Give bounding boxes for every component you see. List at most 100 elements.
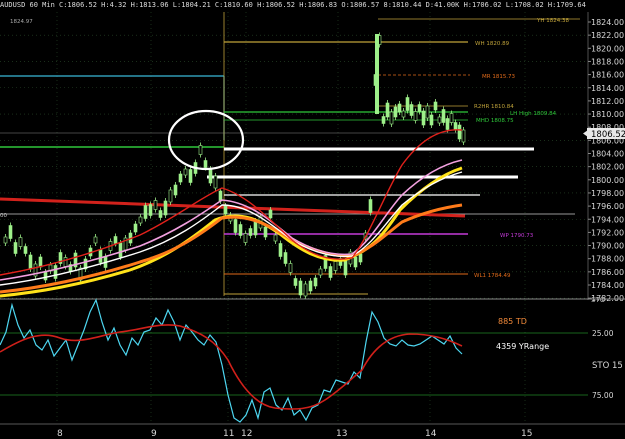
price-axis-bottom-tag: STO xyxy=(591,296,606,304)
left-level-value: 00 xyxy=(0,213,7,219)
candle-body xyxy=(417,104,422,112)
candle-body xyxy=(243,233,248,243)
price-tick: 1798.00 xyxy=(591,189,624,198)
candle-body xyxy=(153,200,158,210)
candle-body xyxy=(353,256,358,268)
chart-header: AUDUSD 60 Min C:1806.52 H:4.32 H:1813.06… xyxy=(0,0,588,10)
candle-body xyxy=(318,268,323,276)
candle-body xyxy=(283,252,288,264)
candle-body xyxy=(38,256,43,268)
candle-body xyxy=(148,204,153,216)
candle-body xyxy=(263,226,268,238)
mr-label: MR 1815.73 xyxy=(482,74,516,80)
candle-body xyxy=(213,175,218,189)
candle-body xyxy=(425,105,430,119)
candle-body xyxy=(409,104,414,116)
candle-body xyxy=(457,124,462,140)
candle-body xyxy=(358,253,363,263)
candle-body xyxy=(453,122,458,130)
price-tick: 1814.00 xyxy=(591,84,624,93)
price-tick: 1796.00 xyxy=(591,202,624,211)
candle-body xyxy=(93,236,98,244)
candle-body xyxy=(163,200,168,216)
candle-body xyxy=(223,205,228,215)
candle-body xyxy=(421,110,426,126)
candle-body xyxy=(188,169,193,183)
candle-body xyxy=(385,102,390,118)
spike-candle xyxy=(375,34,379,114)
candle-body xyxy=(397,103,402,113)
candle-body xyxy=(28,254,33,270)
candle-body xyxy=(413,111,418,121)
candle-body xyxy=(203,160,208,168)
current-price-label: 1806.52 xyxy=(591,130,625,140)
price-tick: 1824.00 xyxy=(591,18,624,27)
candle-body xyxy=(308,280,313,292)
time-tick-11: 11 xyxy=(223,429,234,439)
candle-body xyxy=(288,263,293,273)
candle-body xyxy=(313,277,318,287)
price-tick: 1812.00 xyxy=(591,97,624,106)
candle-body xyxy=(445,118,450,130)
candle-body xyxy=(268,209,273,219)
candle-body xyxy=(98,249,103,263)
wp-label: WP 1790.73 xyxy=(500,233,534,239)
price-tick: 1794.00 xyxy=(591,215,624,224)
candle-body xyxy=(393,106,398,118)
candle-body xyxy=(233,219,238,233)
candle-body xyxy=(437,116,442,124)
candle-body xyxy=(368,199,373,213)
candle-body xyxy=(401,110,406,118)
candle-body xyxy=(298,280,303,296)
candle-body xyxy=(273,234,278,242)
price-tick: 1800.00 xyxy=(591,176,624,185)
trading-chart[interactable]: YH 1824.38 WH 1820.89 MR 1815.73 R2HR 18… xyxy=(0,0,625,439)
price-tick: 1786.00 xyxy=(591,268,624,277)
price-tick: 1802.00 xyxy=(591,163,624,172)
price-tick: 1784.00 xyxy=(591,281,624,290)
candle-body xyxy=(13,242,18,254)
candle-body xyxy=(381,116,386,124)
candle-body xyxy=(248,228,253,236)
time-tick-12: 12 xyxy=(241,429,252,439)
candle-body xyxy=(113,236,118,244)
candle-body xyxy=(18,237,23,247)
candle-body xyxy=(178,173,183,183)
wh-label: WH 1820.89 xyxy=(475,41,510,47)
candle-body xyxy=(253,220,258,236)
candle-body xyxy=(143,205,148,219)
candle-body xyxy=(333,261,338,271)
time-tick-14: 14 xyxy=(425,429,437,439)
candle-body xyxy=(118,242,123,258)
candle-body xyxy=(158,210,163,218)
candle-body xyxy=(449,113,454,123)
candle-body xyxy=(63,257,68,267)
price-tick: 1822.00 xyxy=(591,31,624,40)
candle-body xyxy=(138,216,143,224)
price-tick: 1810.00 xyxy=(591,110,624,119)
indicator-tick-25: 25.00 xyxy=(592,329,614,338)
candle-body xyxy=(238,224,243,236)
candle-body xyxy=(198,145,203,155)
candle-body xyxy=(405,97,410,111)
r2hr-label: R2HR 1810.84 xyxy=(474,104,514,110)
corner-value: 1824.97 xyxy=(10,19,33,25)
candle-body xyxy=(429,114,434,126)
candle-body xyxy=(3,236,8,244)
indicator-tick-75: 75.00 xyxy=(592,391,614,400)
price-tick: 1820.00 xyxy=(591,44,624,53)
candle-body xyxy=(328,266,333,278)
time-tick-8: 8 xyxy=(57,429,63,439)
candle-body xyxy=(183,168,188,176)
candle-body xyxy=(173,184,178,196)
candle-body xyxy=(389,111,394,125)
yrange-annotation: 4359 YRange xyxy=(496,342,549,351)
candle-body xyxy=(343,260,348,276)
candle-body xyxy=(168,189,173,203)
candle-body xyxy=(208,168,213,184)
price-tick: 1792.00 xyxy=(591,228,624,237)
candle-body xyxy=(303,283,308,297)
candle-body xyxy=(53,265,58,279)
candle-body xyxy=(133,223,138,233)
candle-body xyxy=(43,271,48,281)
